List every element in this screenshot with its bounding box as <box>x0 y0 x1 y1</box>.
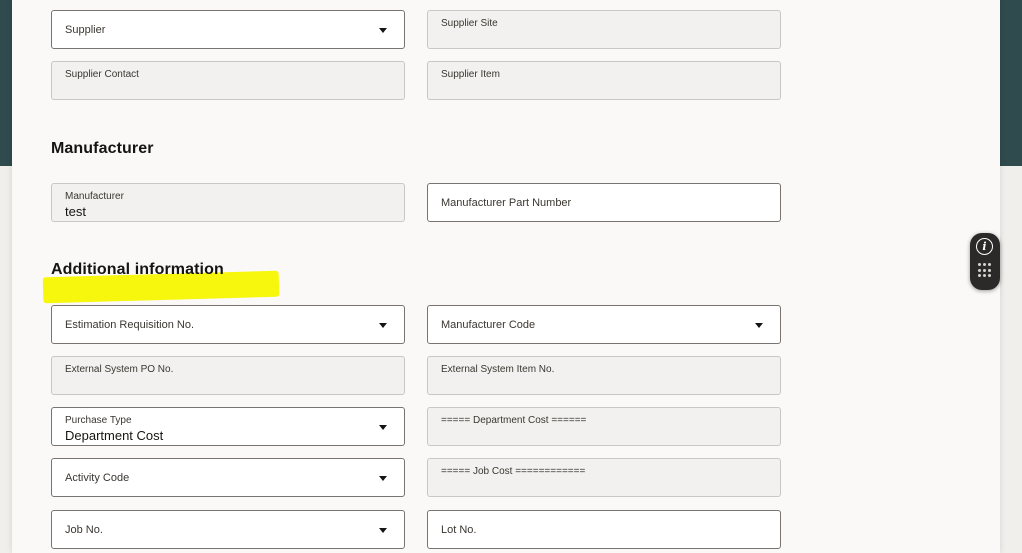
job-cost-label: ===== Job Cost ============ <box>441 466 586 477</box>
chevron-down-icon <box>755 322 763 328</box>
form-panel: Supplier Supplier Site Supplier Contact … <box>12 0 1000 553</box>
manufacturer-part-number-input[interactable]: Manufacturer Part Number <box>427 183 781 222</box>
estimation-requisition-placeholder: Estimation Requisition No. <box>65 318 195 331</box>
job-no-placeholder: Job No. <box>65 523 103 536</box>
floating-helper-widget[interactable]: i <box>970 233 1000 290</box>
supplier-contact-field: Supplier Contact <box>51 61 405 100</box>
manufacturer-field: Manufacturer test <box>51 183 405 222</box>
grid-dots-icon[interactable] <box>978 263 993 278</box>
manufacturer-code-select[interactable]: Manufacturer Code <box>427 305 781 344</box>
supplier-site-field: Supplier Site <box>427 10 781 49</box>
job-no-select[interactable]: Job No. <box>51 510 405 549</box>
department-cost-label: ===== Department Cost ====== <box>441 415 587 426</box>
supplier-item-label: Supplier Item <box>441 69 500 80</box>
lot-no-input[interactable]: Lot No. <box>427 510 781 549</box>
activity-code-placeholder: Activity Code <box>65 471 130 484</box>
supplier-placeholder: Supplier <box>65 23 106 36</box>
manufacturer-section-title: Manufacturer <box>51 140 154 157</box>
manufacturer-label: Manufacturer <box>65 191 124 202</box>
estimation-requisition-select[interactable]: Estimation Requisition No. <box>51 305 405 344</box>
manufacturer-value: test <box>65 204 86 219</box>
supplier-select[interactable]: Supplier <box>51 10 405 49</box>
manufacturer-part-number-placeholder: Manufacturer Part Number <box>441 196 572 209</box>
chevron-down-icon <box>379 527 387 533</box>
external-system-po-field: External System PO No. <box>51 356 405 395</box>
supplier-contact-label: Supplier Contact <box>65 69 139 80</box>
job-cost-separator: ===== Job Cost ============ <box>427 458 781 497</box>
chevron-down-icon <box>379 27 387 33</box>
external-system-po-label: External System PO No. <box>65 364 174 375</box>
activity-code-select[interactable]: Activity Code <box>51 458 405 497</box>
purchase-type-select[interactable]: Purchase Type Department Cost <box>51 407 405 446</box>
purchase-type-label: Purchase Type <box>65 415 132 426</box>
chevron-down-icon <box>379 475 387 481</box>
supplier-site-label: Supplier Site <box>441 18 498 29</box>
purchase-type-value: Department Cost <box>65 428 164 443</box>
external-system-item-field: External System Item No. <box>427 356 781 395</box>
additional-info-section-title: Additional information <box>51 261 224 278</box>
info-icon[interactable]: i <box>976 238 993 255</box>
chevron-down-icon <box>379 424 387 430</box>
chevron-down-icon <box>379 322 387 328</box>
lot-no-placeholder: Lot No. <box>441 523 477 536</box>
supplier-item-field: Supplier Item <box>427 61 781 100</box>
department-cost-separator: ===== Department Cost ====== <box>427 407 781 446</box>
external-system-item-label: External System Item No. <box>441 364 555 375</box>
manufacturer-code-placeholder: Manufacturer Code <box>441 318 536 331</box>
